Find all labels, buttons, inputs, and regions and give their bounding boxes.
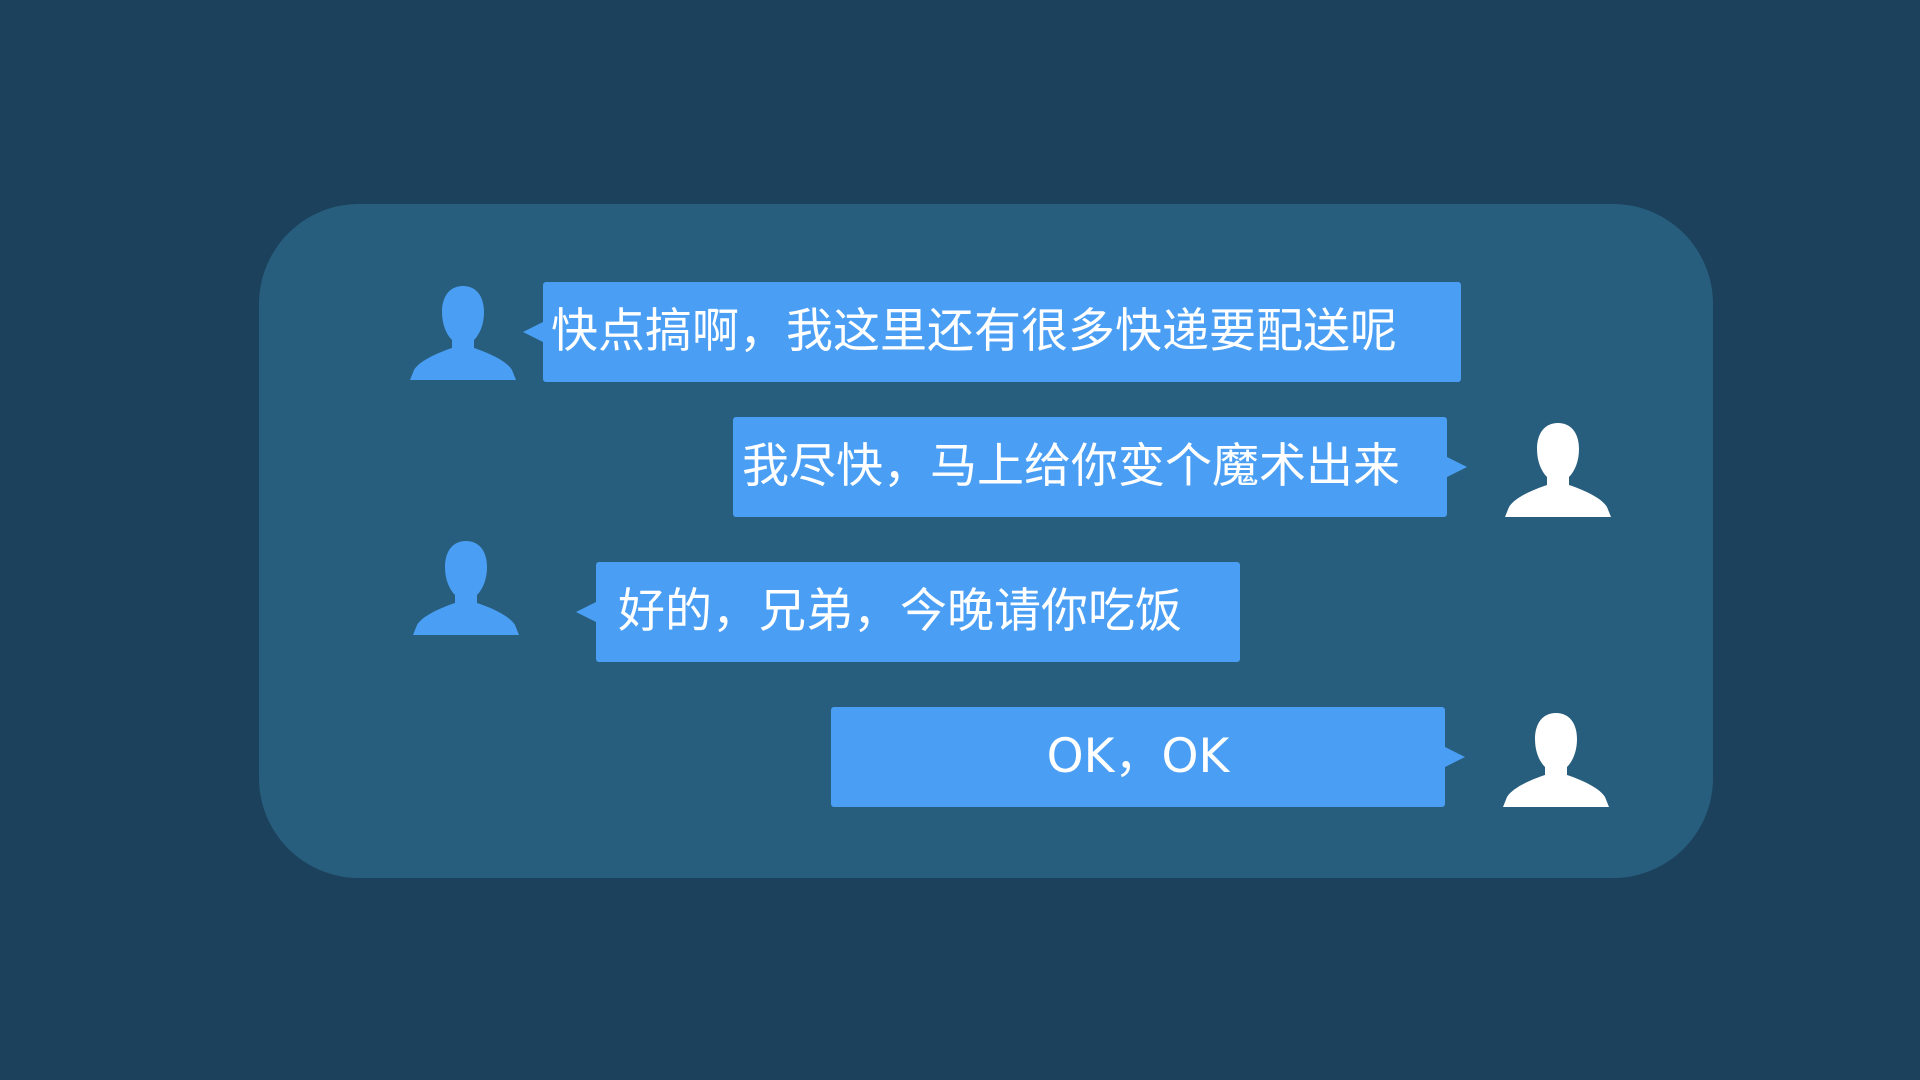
bubble-tail [1445,747,1465,767]
message-text-2: 我尽快，马上给你变个魔术出来 [742,439,1400,494]
message-bubble-2: 我尽快，马上给你变个魔术出来 [733,417,1467,517]
bubble-tail [523,322,543,342]
person-silhouette-icon [1503,713,1609,807]
message-bubble-1: 快点搞啊，我这里还有很多快递要配送呢 [523,282,1461,382]
person-silhouette-icon [410,286,516,380]
message-text-4: OK，OK [1046,729,1230,784]
bubble-tail [1447,457,1467,477]
person-silhouette-icon [1505,423,1611,517]
message-text-3: 好的，兄弟，今晚请你吃饭 [618,584,1182,639]
message-bubble-4: OK，OK [831,707,1465,807]
person-silhouette-icon [413,541,519,635]
chat-panel: 快点搞啊，我这里还有很多快递要配送呢 我尽快，马上给你变个魔术出来 好的，兄弟，… [259,204,1713,878]
bubble-tail [576,602,596,622]
avatar-left-1 [410,284,516,384]
avatar-right-4 [1503,711,1609,811]
message-text-1: 快点搞啊，我这里还有很多快递要配送呢 [551,304,1397,359]
avatar-right-2 [1505,421,1611,521]
message-bubble-3: 好的，兄弟，今晚请你吃饭 [576,562,1240,662]
chat-slide: 快点搞啊，我这里还有很多快递要配送呢 我尽快，马上给你变个魔术出来 好的，兄弟，… [0,0,1920,1080]
avatar-left-3 [413,539,519,639]
